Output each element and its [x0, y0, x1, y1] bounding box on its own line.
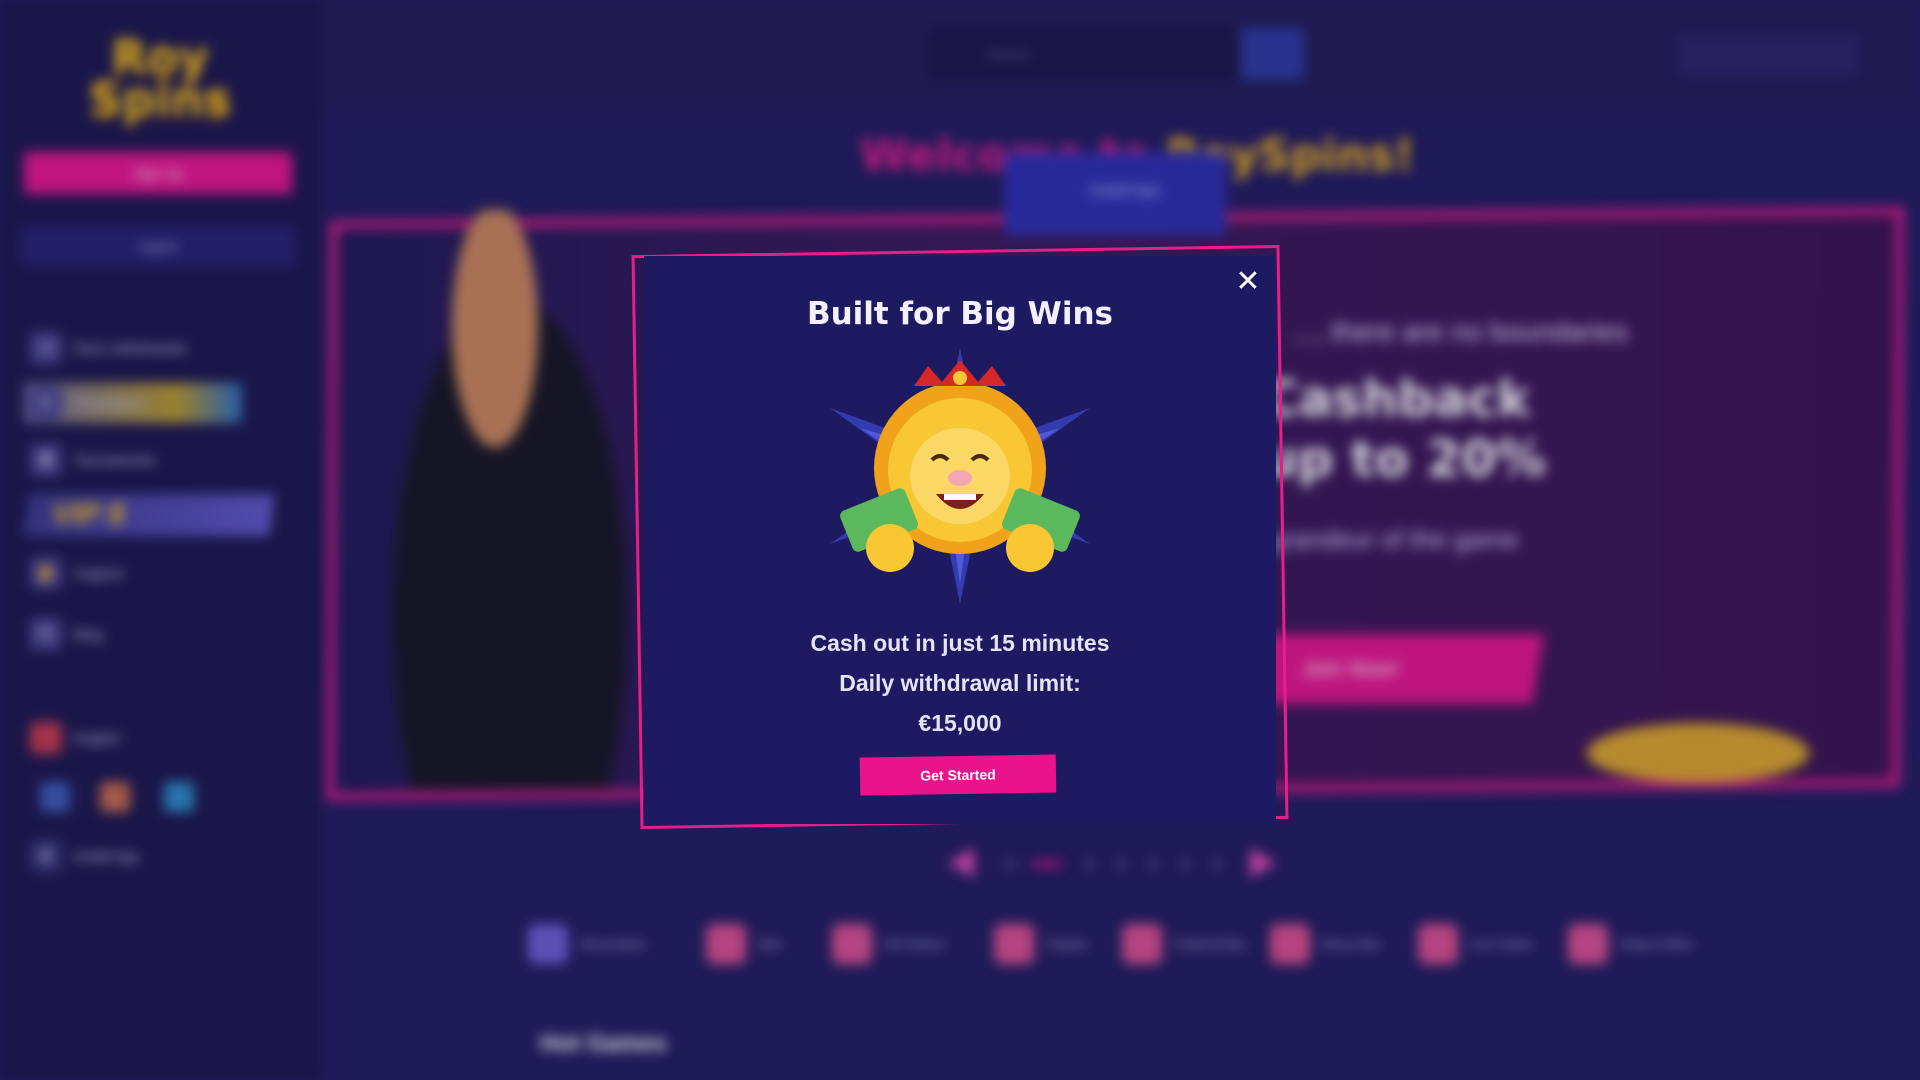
- modal-line-limit-label: Daily withdrawal limit:: [839, 670, 1081, 696]
- get-started-button[interactable]: Get Started: [859, 754, 1057, 796]
- modal-title: Built for Big Wins: [806, 296, 1113, 332]
- lion-mascot-image: [830, 348, 1090, 604]
- promo-modal: ✕ Built for Big Wins Cash out in just 15…: [644, 256, 1276, 824]
- close-icon[interactable]: ✕: [1234, 267, 1262, 297]
- modal-line-cashout: Cash out in just 15 minutes: [810, 630, 1110, 656]
- modal-line-limit-value: €15,000: [918, 710, 1002, 736]
